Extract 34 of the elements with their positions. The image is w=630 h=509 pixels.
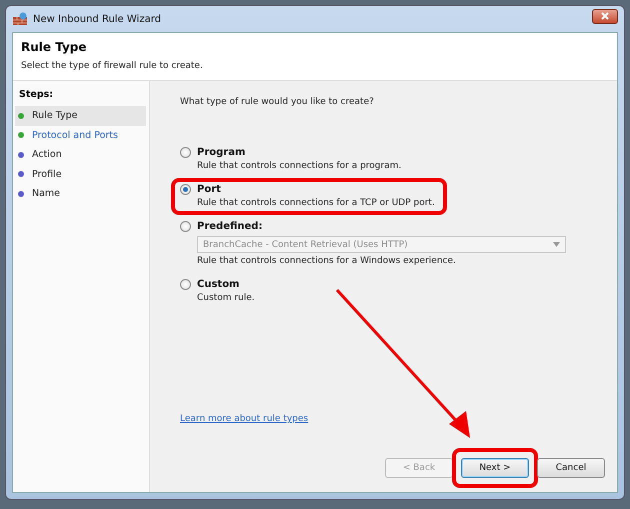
radio-button[interactable] [180, 279, 191, 290]
caret-icon [553, 242, 560, 247]
step-label: Action [32, 149, 62, 160]
option-description: Rule that controls connections for a TCP or UDP port. [197, 198, 435, 208]
step-item[interactable]: Profile [15, 164, 146, 184]
question-text: What type of rule would you like to create? [180, 97, 375, 107]
radio-button[interactable] [180, 184, 191, 195]
option-label: Custom [197, 279, 240, 290]
radio-button[interactable] [180, 221, 191, 232]
page-subtitle: Select the type of firewall rule to create. [21, 61, 204, 71]
option-description: Custom rule. [197, 293, 255, 303]
close-icon [601, 12, 609, 20]
radio-button[interactable] [180, 147, 191, 158]
step-item[interactable]: Protocol and Ports [15, 126, 146, 145]
firewall-icon [12, 12, 28, 26]
step-label: Protocol and Ports [32, 130, 118, 141]
page-title: Rule Type [21, 40, 88, 54]
close-button[interactable] [592, 8, 618, 24]
step-label: Rule Type [32, 110, 78, 122]
option-description: Rule that controls connections for a program. [197, 161, 402, 171]
wizard-button[interactable]: Next > [461, 458, 529, 478]
step-label: Name [32, 188, 60, 200]
option-label: Program [197, 147, 246, 158]
step-item[interactable]: Name [15, 184, 146, 204]
option-label: Predefined: [197, 221, 262, 232]
step-item[interactable]: Rule Type [15, 106, 146, 126]
wizard-button[interactable]: Cancel [537, 458, 605, 478]
option-description: Rule that controls connections for a Windows experience. [197, 256, 457, 266]
help-link[interactable]: Learn more about rule types [180, 414, 308, 424]
steps-heading: Steps: [19, 89, 54, 100]
window-title: New Inbound Rule Wizard [33, 14, 162, 24]
step-label: Profile [32, 168, 62, 180]
step-item[interactable]: Action [15, 145, 146, 164]
option-label: Port [197, 184, 221, 195]
